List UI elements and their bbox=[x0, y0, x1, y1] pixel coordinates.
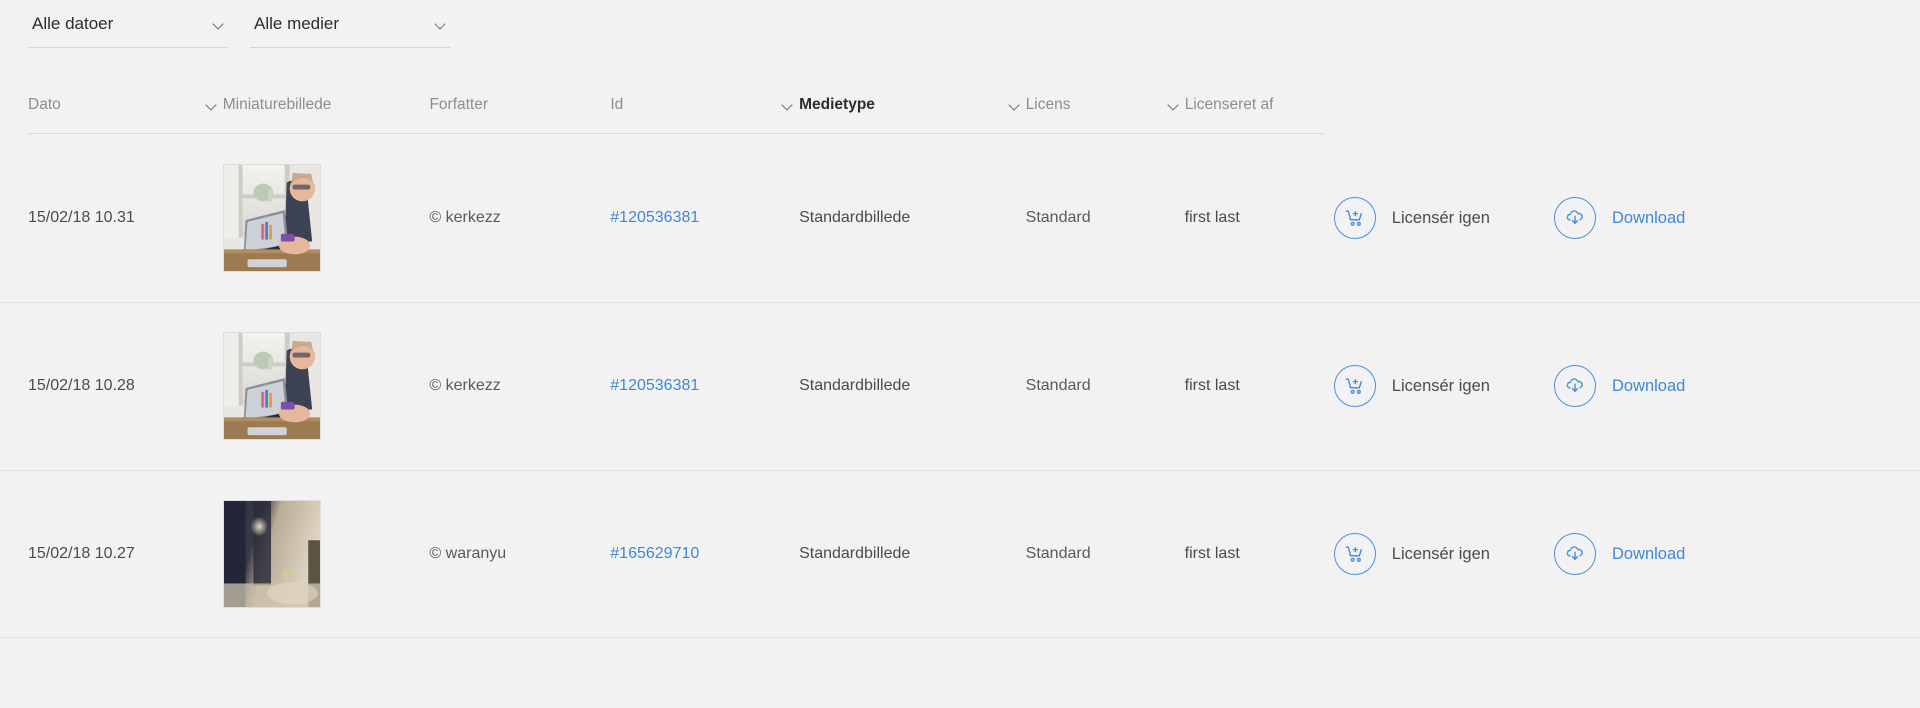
cell-thumbnail bbox=[222, 332, 430, 440]
filter-dates-label: Alle datoer bbox=[32, 14, 114, 33]
column-header-thumbnail-label: Miniaturebillede bbox=[222, 96, 332, 113]
cell-date: 15/02/18 10.27 bbox=[28, 545, 135, 562]
cell-id-link[interactable]: #120536381 bbox=[610, 209, 799, 227]
column-header-author-label: Forfatter bbox=[429, 96, 489, 113]
column-header-date-label: Dato bbox=[28, 96, 61, 113]
cell-licensed-by: first last bbox=[1184, 545, 1240, 562]
table-body: 15/02/18 10.31 © kerkezz #120536381 Stan… bbox=[0, 134, 1920, 638]
relicense-button[interactable]: Licensér igen bbox=[1333, 365, 1490, 407]
download-label: Download bbox=[1611, 208, 1686, 227]
cart-plus-icon bbox=[1333, 533, 1376, 575]
column-header-media-type-label: Medietype bbox=[799, 96, 875, 113]
filter-media-label: Alle medier bbox=[254, 14, 340, 33]
cell-author: © waranyu bbox=[429, 545, 507, 562]
column-header-license[interactable]: Licens bbox=[1025, 86, 1185, 134]
cloud-download-icon bbox=[1553, 365, 1596, 407]
cloud-download-icon bbox=[1553, 533, 1596, 575]
chevron-down-icon bbox=[1168, 100, 1179, 111]
column-header-license-label: Licens bbox=[1025, 96, 1071, 113]
chevron-down-icon bbox=[1009, 100, 1020, 111]
cell-media-type: Standardbillede bbox=[799, 209, 911, 226]
column-header-id-label: Id bbox=[610, 96, 624, 113]
cell-licensed-by: first last bbox=[1184, 377, 1240, 394]
thumbnail-image[interactable] bbox=[222, 164, 321, 272]
column-header-licensed-by: Licenseret af bbox=[1184, 86, 1324, 134]
cell-media-type: Standardbillede bbox=[799, 545, 911, 562]
cell-license: Standard bbox=[1025, 209, 1091, 226]
download-button[interactable]: Download bbox=[1553, 197, 1686, 239]
chevron-down-icon bbox=[782, 100, 793, 111]
cell-media-type: Standardbillede bbox=[799, 377, 911, 394]
cell-thumbnail bbox=[222, 164, 430, 272]
thumbnail-image[interactable] bbox=[222, 500, 321, 608]
relicense-button[interactable]: Licensér igen bbox=[1333, 197, 1490, 239]
column-header-author: Forfatter bbox=[429, 86, 611, 134]
licensing-history-page: Alle datoer Alle medier Dato Miniaturebi… bbox=[0, 0, 1920, 708]
cloud-download-icon bbox=[1553, 197, 1596, 239]
cell-actions: Licensér igen Download bbox=[1324, 533, 1920, 575]
cell-license: Standard bbox=[1025, 545, 1091, 562]
column-header-actions bbox=[1324, 86, 1920, 134]
chevron-down-icon bbox=[206, 100, 217, 111]
filter-media[interactable]: Alle medier bbox=[250, 14, 450, 48]
license-history-table: Dato Miniaturebillede Forfatter Id Medie… bbox=[0, 86, 1920, 638]
cell-id-link[interactable]: #120536381 bbox=[610, 377, 799, 395]
cell-license: Standard bbox=[1025, 377, 1091, 394]
column-header-media-type[interactable]: Medietype bbox=[799, 86, 1026, 134]
table-row[interactable]: 15/02/18 10.28 © kerkezz #120536381 Stan… bbox=[0, 302, 1920, 470]
column-header-date[interactable]: Dato bbox=[28, 86, 223, 134]
cell-actions: Licensér igen Download bbox=[1324, 197, 1920, 239]
cell-thumbnail bbox=[222, 500, 430, 608]
column-header-licensed-by-label: Licenseret af bbox=[1184, 96, 1274, 113]
relicense-label: Licensér igen bbox=[1391, 544, 1490, 563]
thumbnail-image[interactable] bbox=[222, 332, 321, 440]
cell-date: 15/02/18 10.31 bbox=[28, 209, 135, 226]
table-header-row: Dato Miniaturebillede Forfatter Id Medie… bbox=[0, 86, 1920, 134]
chevron-down-icon bbox=[435, 19, 446, 30]
cell-author: © kerkezz bbox=[429, 209, 501, 226]
cell-date: 15/02/18 10.28 bbox=[28, 377, 135, 394]
download-button[interactable]: Download bbox=[1553, 365, 1686, 407]
download-button[interactable]: Download bbox=[1553, 533, 1686, 575]
relicense-label: Licensér igen bbox=[1391, 376, 1490, 395]
cell-author: © kerkezz bbox=[429, 377, 501, 394]
table-row[interactable]: 15/02/18 10.31 © kerkezz #120536381 Stan… bbox=[0, 134, 1920, 302]
chevron-down-icon bbox=[213, 19, 224, 30]
column-header-id[interactable]: Id bbox=[610, 86, 800, 134]
cart-plus-icon bbox=[1333, 365, 1376, 407]
table-row[interactable]: 15/02/18 10.27 © waranyu #165629710 Stan… bbox=[0, 470, 1920, 638]
filter-bar: Alle datoer Alle medier bbox=[28, 14, 450, 48]
cart-plus-icon bbox=[1333, 197, 1376, 239]
filter-dates[interactable]: Alle datoer bbox=[28, 14, 228, 48]
cell-licensed-by: first last bbox=[1184, 209, 1240, 226]
cell-actions: Licensér igen Download bbox=[1324, 365, 1920, 407]
relicense-label: Licensér igen bbox=[1391, 208, 1490, 227]
column-header-thumbnail: Miniaturebillede bbox=[222, 86, 430, 134]
relicense-button[interactable]: Licensér igen bbox=[1333, 533, 1490, 575]
cell-id-link[interactable]: #165629710 bbox=[610, 545, 799, 563]
download-label: Download bbox=[1611, 376, 1686, 395]
download-label: Download bbox=[1611, 544, 1686, 563]
